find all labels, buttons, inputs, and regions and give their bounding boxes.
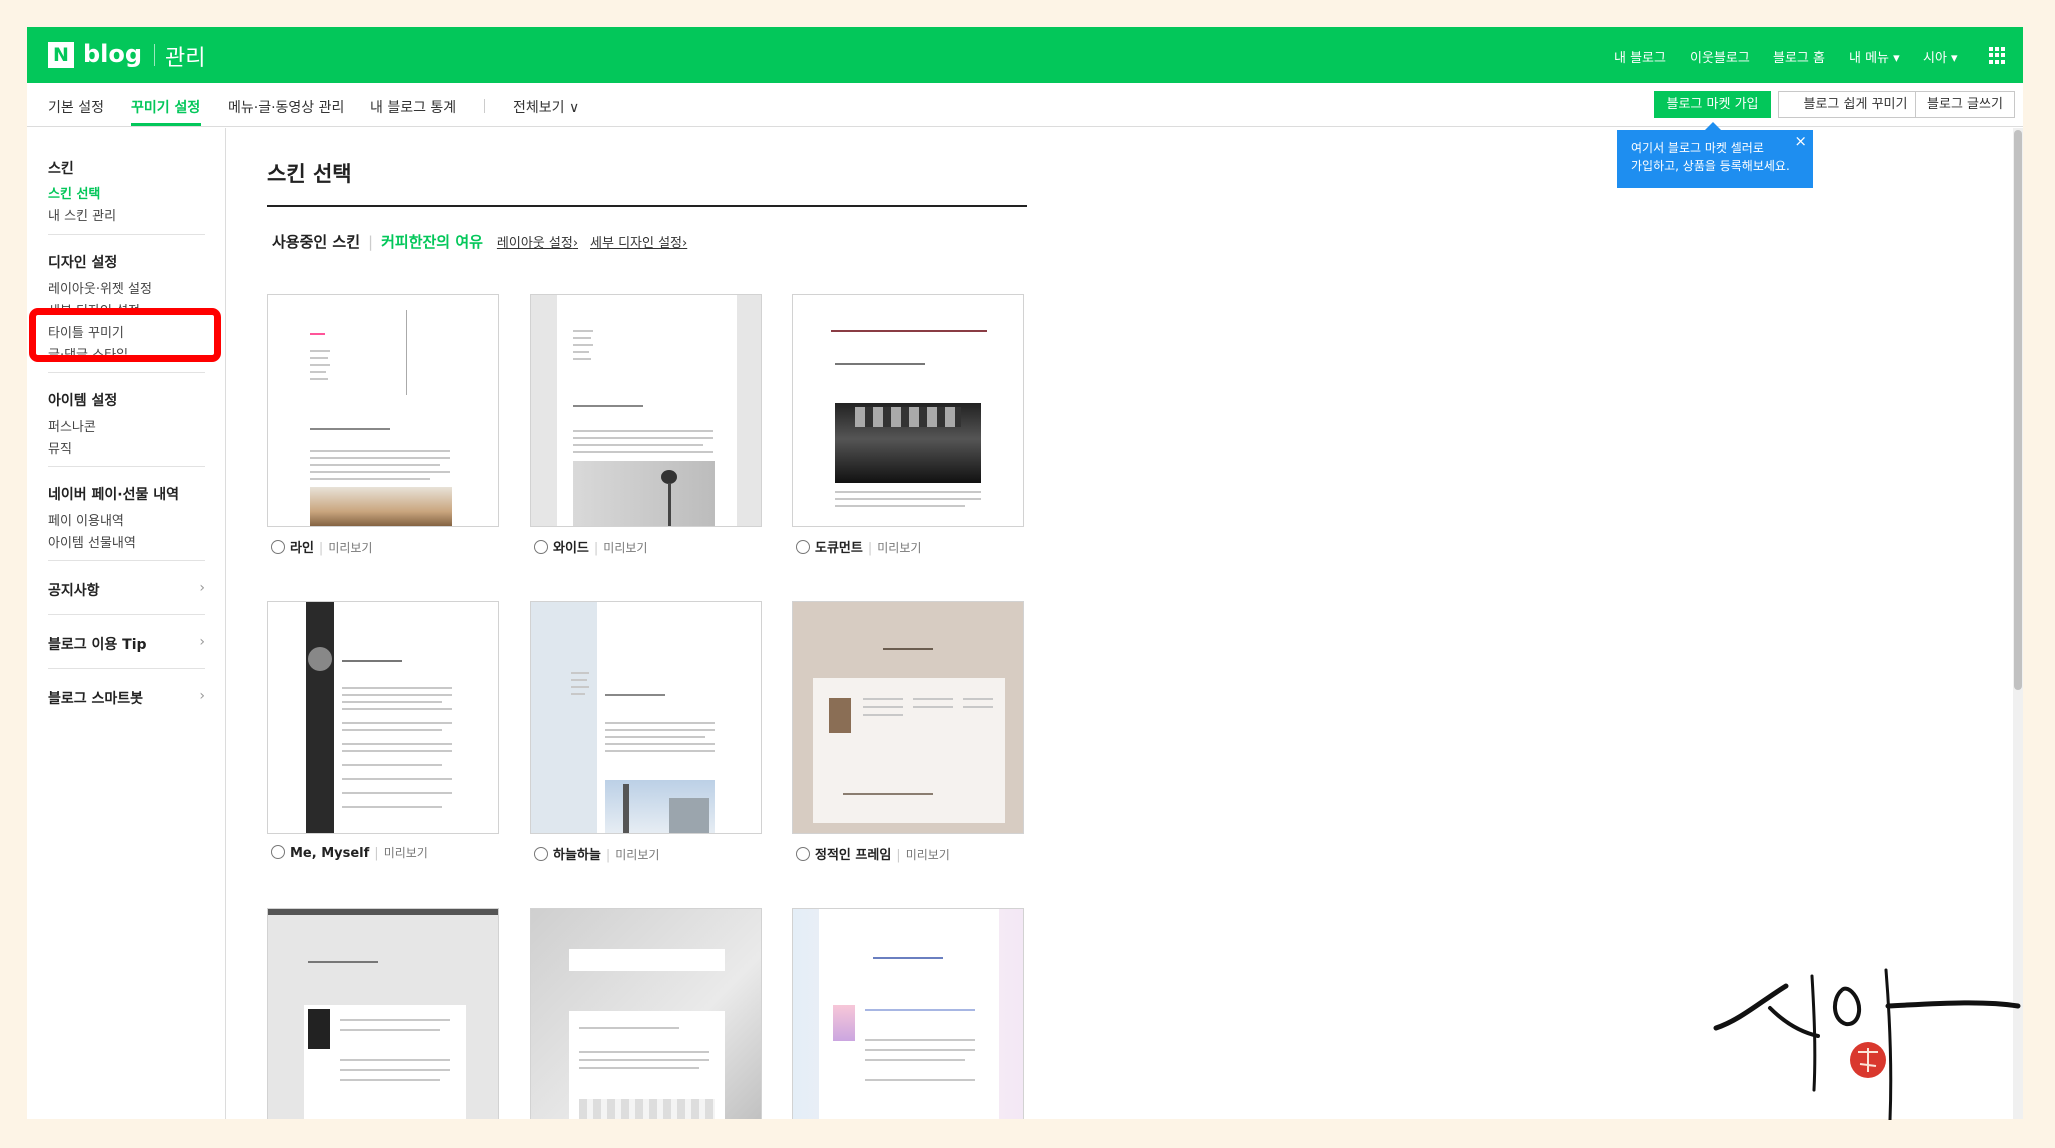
tab-view-all[interactable]: 전체보기 ∨ [513, 97, 579, 117]
naver-logo-icon[interactable]: N [48, 42, 74, 68]
nav-my-menu[interactable]: 내 메뉴 ▾ [1849, 47, 1900, 66]
skin-option-wide[interactable]: 와이드 | 미리보기 [534, 537, 647, 556]
sidebar-item-my-skin[interactable]: 내 스킨 관리 [48, 205, 116, 224]
preview-link[interactable]: 미리보기 [906, 848, 950, 862]
radio-button[interactable] [534, 847, 548, 861]
logo-divider [154, 44, 155, 66]
preview-link[interactable]: 미리보기 [384, 846, 428, 860]
sidebar-link-label: 블로그 스마트봇 [48, 691, 144, 707]
title-divider [267, 205, 1027, 207]
sidebar-link-label: 공지사항 [48, 583, 100, 599]
nav-neighbor-blog[interactable]: 이웃블로그 [1690, 47, 1750, 66]
watermark-text: 시아 [1700, 950, 1730, 954]
skin-thumbnail-line[interactable] [267, 294, 499, 527]
nav-blog-home[interactable]: 블로그 홈 [1773, 47, 1825, 66]
apps-grid-icon[interactable] [1989, 47, 2006, 64]
preview-link[interactable]: 미리보기 [328, 541, 372, 555]
skin-option-line[interactable]: 라인 | 미리보기 [271, 537, 372, 556]
write-post-button[interactable]: 블로그 글쓰기 [1915, 91, 2015, 118]
top-header: N blog 관리 내 블로그 이웃블로그 블로그 홈 내 메뉴 ▾ 시아 ▾ [27, 27, 2023, 83]
sidebar-link-tip[interactable]: 블로그 이용 Tip › [48, 634, 205, 654]
close-icon[interactable]: × [1794, 132, 1807, 150]
tab-decoration-settings[interactable]: 꾸미기 설정 [131, 97, 200, 117]
chevron-right-icon: › [199, 688, 205, 704]
sidebar-item-gift-history[interactable]: 아이템 선물내역 [48, 532, 136, 551]
scrollbar-thumb[interactable] [2014, 130, 2022, 690]
nav-user-menu[interactable]: 시아 ▾ [1923, 47, 1958, 66]
layout-settings-link[interactable]: 레이아웃 설정› [497, 236, 578, 251]
current-skin-row: 사용중인 스킨 | 커피한잔의 여유 레이아웃 설정› 세부 디자인 설정› [272, 233, 688, 251]
radio-button[interactable] [796, 847, 810, 861]
current-skin-name: 커피한잔의 여유 [381, 233, 483, 251]
sidebar-item-pay-history[interactable]: 페이 이용내역 [48, 510, 124, 529]
page-title: 스킨 선택 [267, 162, 352, 186]
radio-button[interactable] [796, 540, 810, 554]
admin-title: 관리 [165, 46, 206, 71]
sidebar-title-pay: 네이버 페이·선물 내역 [48, 487, 179, 503]
sidebar-title-design: 디자인 설정 [48, 255, 118, 271]
sidebar-item-music[interactable]: 뮤직 [48, 438, 72, 457]
sidebar-title-skin: 스킨 [48, 161, 74, 177]
sidebar-title-items: 아이템 설정 [48, 393, 118, 409]
skin-thumbnail-haneul[interactable] [530, 601, 762, 834]
current-skin-label: 사용중인 스킨 [272, 233, 361, 251]
skin-thumbnail-row3-1[interactable] [267, 908, 499, 1119]
detail-design-link[interactable]: 세부 디자인 설정› [590, 236, 687, 251]
nav-my-blog[interactable]: 내 블로그 [1614, 47, 1666, 66]
sidebar-divider [48, 560, 205, 561]
skin-option-me-myself[interactable]: Me, Myself | 미리보기 [271, 844, 428, 861]
skin-thumbnail-row3-3[interactable] [792, 908, 1024, 1119]
sidebar: 스킨 스킨 선택 내 스킨 관리 디자인 설정 레이아웃·위젯 설정 세부 디자… [27, 128, 226, 1119]
preview-link[interactable]: 미리보기 [603, 541, 647, 555]
sidebar-divider [48, 466, 205, 467]
skin-option-static-frame[interactable]: 정적인 프레임 | 미리보기 [796, 844, 950, 863]
radio-button[interactable] [271, 845, 285, 859]
tab-menu-post-video[interactable]: 메뉴·글·동영상 관리 [228, 97, 344, 117]
skin-thumbnail-static-frame[interactable] [792, 601, 1024, 834]
chevron-right-icon: › [199, 634, 205, 650]
skin-thumbnail-me-myself[interactable] [267, 601, 499, 834]
sidebar-link-label: 블로그 이용 Tip [48, 637, 147, 653]
chevron-right-icon: › [199, 580, 205, 596]
highlight-box [29, 308, 221, 362]
settings-tabbar: 기본 설정 꾸미기 설정 메뉴·글·동영상 관리 내 블로그 통계 전체보기 ∨… [27, 83, 2023, 127]
easy-decorate-button[interactable]: 블로그 쉽게 꾸미기 [1778, 91, 1933, 118]
blog-logo[interactable]: blog [83, 40, 142, 68]
radio-button[interactable] [271, 540, 285, 554]
skin-option-haneul[interactable]: 하늘하늘 | 미리보기 [534, 844, 659, 863]
sidebar-item-skin-select[interactable]: 스킨 선택 [48, 183, 100, 202]
calligraphy-watermark: 시아 [1700, 950, 2021, 1120]
tab-basic-settings[interactable]: 기본 설정 [48, 97, 104, 117]
sidebar-divider [48, 668, 205, 669]
market-tooltip: 여기서 블로그 마켓 셀러로 가입하고, 상품을 등록해보세요. × [1617, 122, 1813, 188]
tab-divider [484, 99, 485, 113]
sidebar-item-personacon[interactable]: 퍼스나콘 [48, 416, 96, 435]
sidebar-divider [48, 372, 205, 373]
radio-button[interactable] [534, 540, 548, 554]
sidebar-divider [48, 234, 205, 235]
tab-blog-stats[interactable]: 내 블로그 통계 [370, 97, 456, 117]
skin-thumbnail-document[interactable] [792, 294, 1024, 527]
active-tab-indicator [131, 123, 201, 126]
preview-link[interactable]: 미리보기 [615, 848, 659, 862]
tooltip-line-2: 가입하고, 상품을 등록해보세요. [1631, 159, 1790, 173]
sidebar-item-layout-widget[interactable]: 레이아웃·위젯 설정 [48, 278, 152, 297]
sidebar-divider [48, 614, 205, 615]
skin-thumbnail-wide[interactable] [530, 294, 762, 527]
tooltip-line-1: 여기서 블로그 마켓 셀러로 [1631, 141, 1764, 155]
skin-thumbnail-row3-2[interactable] [530, 908, 762, 1119]
market-join-button[interactable]: 블로그 마켓 가입 [1654, 91, 1771, 118]
skin-option-document[interactable]: 도큐먼트 | 미리보기 [796, 537, 921, 556]
sidebar-link-smartbot[interactable]: 블로그 스마트봇 › [48, 688, 205, 708]
preview-link[interactable]: 미리보기 [877, 541, 921, 555]
sidebar-link-notice[interactable]: 공지사항 › [48, 580, 205, 600]
